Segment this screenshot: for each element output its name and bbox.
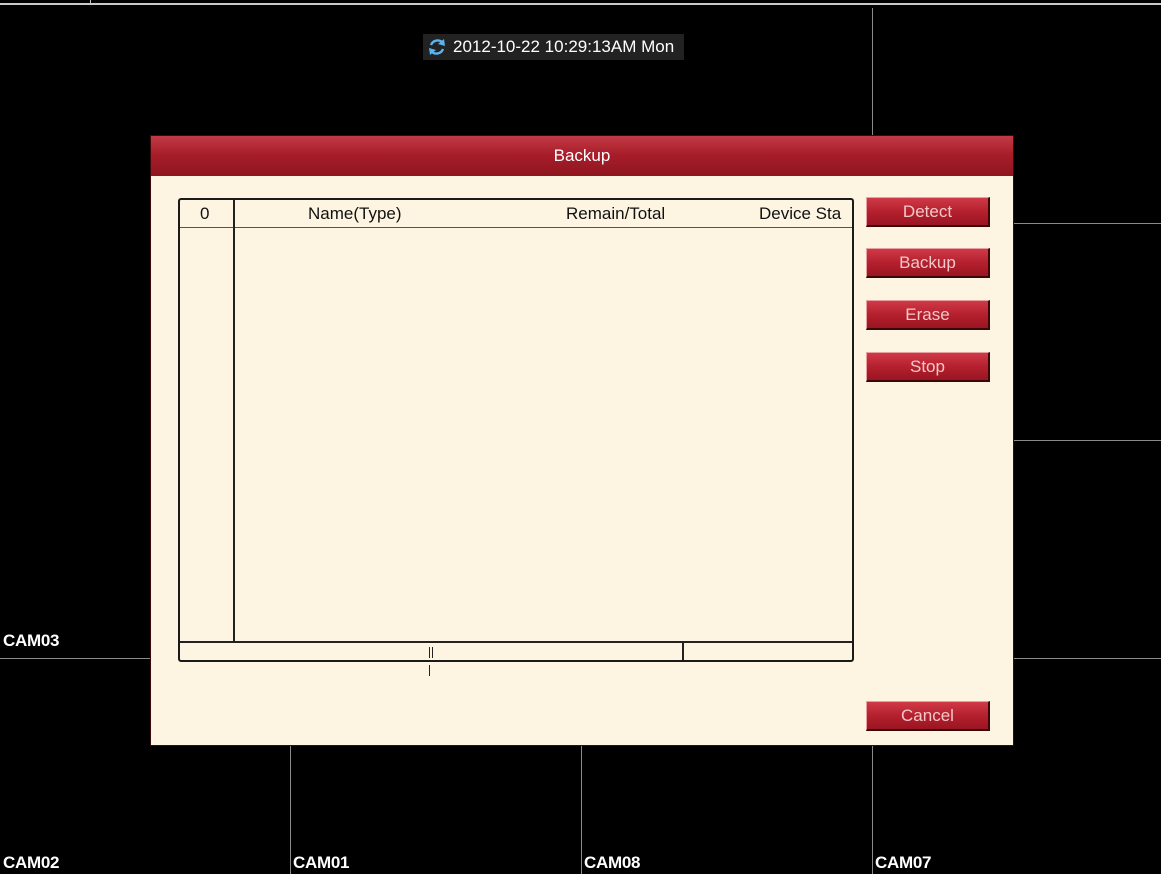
top-strip xyxy=(0,0,1161,8)
camera-label-cam07: CAM07 xyxy=(875,853,932,872)
stop-button[interactable]: Stop xyxy=(866,352,990,382)
dialog-title[interactable]: Backup xyxy=(151,136,1013,176)
camera-label-cam08: CAM08 xyxy=(584,853,641,872)
datetime-display: 2012-10-22 10:29:13AM Mon xyxy=(423,34,685,60)
camera-label-cam03: CAM03 xyxy=(3,631,60,650)
datetime-text: 2012-10-22 10:29:13AM Mon xyxy=(453,37,675,56)
detect-button[interactable]: Detect xyxy=(866,197,990,227)
camera-label-cam02: CAM02 xyxy=(3,853,60,872)
horizontal-scrollbar[interactable] xyxy=(180,641,852,676)
grip-icon xyxy=(429,647,436,676)
top-divider xyxy=(0,3,1161,5)
column-header-name[interactable]: Name(Type) xyxy=(308,200,438,227)
camera-label-cam01: CAM01 xyxy=(293,853,350,872)
grid-line xyxy=(1013,223,1161,224)
grid-line xyxy=(1013,658,1161,659)
column-header-device-status[interactable]: Device Sta xyxy=(759,200,850,227)
grid-line xyxy=(581,745,582,874)
top-tick xyxy=(90,0,91,5)
backup-button[interactable]: Backup xyxy=(866,248,990,278)
grid-line xyxy=(290,745,291,874)
backup-dialog: Backup 0 Name(Type) Remain/Total Device … xyxy=(151,136,1013,745)
column-divider xyxy=(233,200,235,641)
scrollbar-thumb[interactable] xyxy=(180,643,684,676)
column-header-remain-total[interactable]: Remain/Total xyxy=(566,200,686,227)
grid-line xyxy=(1013,440,1161,441)
erase-button[interactable]: Erase xyxy=(866,300,990,330)
device-table[interactable]: 0 Name(Type) Remain/Total Device Sta xyxy=(178,198,854,676)
column-header-index[interactable]: 0 xyxy=(200,200,220,227)
header-divider xyxy=(180,227,852,228)
cancel-button[interactable]: Cancel xyxy=(866,701,990,731)
sync-icon xyxy=(429,39,445,55)
grid-line xyxy=(0,658,151,659)
